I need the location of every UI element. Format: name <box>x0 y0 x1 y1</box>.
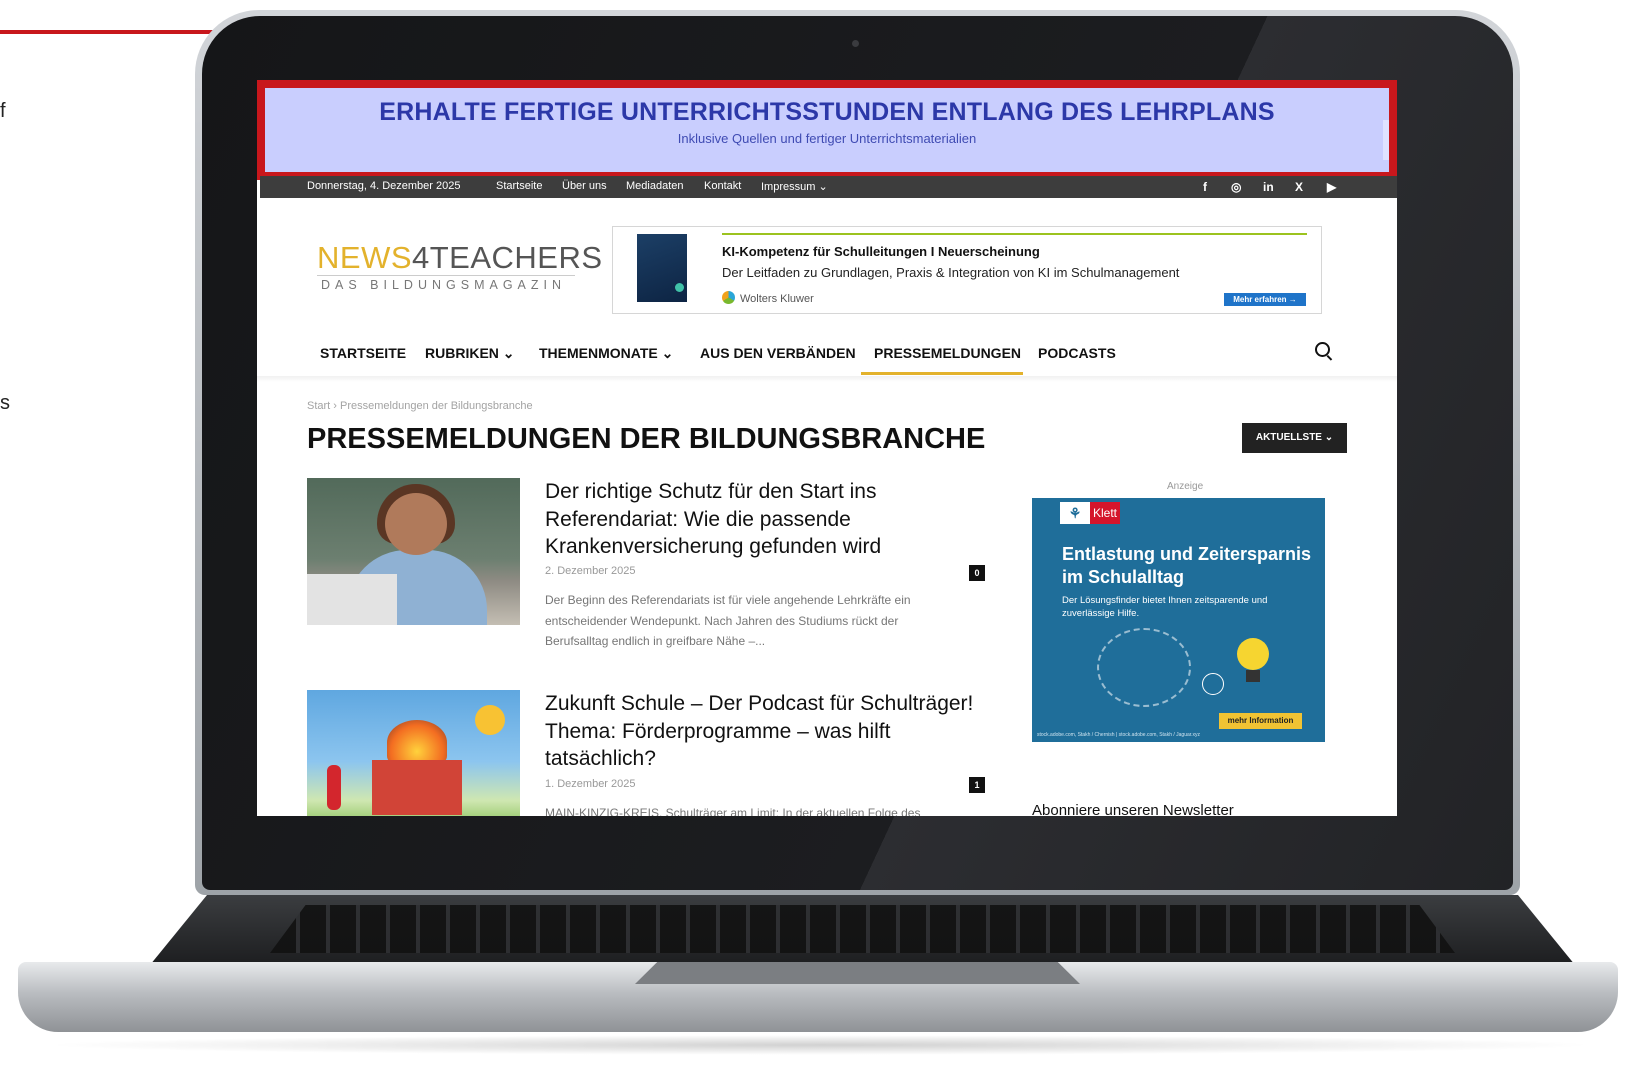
article-title[interactable]: Zukunft Schule – Der Podcast für Schultr… <box>545 690 990 773</box>
lightbulb-base <box>1246 670 1260 682</box>
newsletter-heading: Abonniere unseren Newsletter <box>1032 802 1234 816</box>
breadcrumb: Start › Pressemeldungen der Bildungsbran… <box>307 400 533 412</box>
instagram-icon[interactable]: ◎ <box>1231 180 1241 194</box>
sidebar-ad[interactable]: ⚘ Klett Entlastung und Zeitersparnis im … <box>1032 498 1325 742</box>
wolters-kluwer-logo-icon <box>722 291 735 304</box>
laptop-trackpad-notch <box>635 962 1080 984</box>
nav-item-startseite[interactable]: STARTSEITE <box>320 345 406 361</box>
topbar-link-kontakt[interactable]: Kontakt <box>704 180 741 192</box>
topbar-link-mediadaten[interactable]: Mediadaten <box>626 180 684 192</box>
thumb-laptop <box>307 574 397 625</box>
article-thumbnail[interactable] <box>307 690 520 816</box>
topbar-link-startseite[interactable]: Startseite <box>496 180 542 192</box>
topbar-link-ueber-uns[interactable]: Über uns <box>562 180 607 192</box>
x-icon[interactable]: X <box>1295 180 1303 194</box>
header-ad-brand: Wolters Kluwer <box>740 293 814 305</box>
article-excerpt: Der Beginn des Referendariats ist für vi… <box>545 593 911 648</box>
breadcrumb-separator: › <box>333 400 337 412</box>
nav-item-aus-den-verbaenden[interactable]: AUS DEN VERBÄNDEN <box>700 345 856 361</box>
lightbulb-icon <box>1237 638 1269 670</box>
nav-active-indicator <box>861 372 1023 375</box>
nav-item-rubriken[interactable]: RUBRIKEN ⌄ <box>425 345 515 362</box>
sidebar-ad-text: Der Lösungsfinder bietet Ihnen zeitspare… <box>1062 595 1268 619</box>
facebook-icon[interactable]: f <box>1203 180 1207 194</box>
header-ad-accent-line <box>722 233 1307 235</box>
nav-item-pressemeldungen[interactable]: PRESSEMELDUNGEN <box>874 345 1021 361</box>
highlight-frame <box>257 80 1397 180</box>
thumb-fire <box>387 720 447 765</box>
thumb-extinguisher <box>327 765 341 810</box>
nav-item-podcasts[interactable]: PODCASTS <box>1038 345 1116 361</box>
header-ad-button[interactable]: Mehr erfahren → <box>1224 293 1306 306</box>
breadcrumb-home[interactable]: Start <box>307 400 330 412</box>
logo-text-teachers: 4TEACHERS <box>412 240 603 275</box>
article-date: 2. Dezember 2025 <box>545 565 636 577</box>
article-thumbnail[interactable] <box>307 478 520 625</box>
sidebar-ad-title: Entlastung und Zeitersparnis im Schulall… <box>1062 544 1312 587</box>
camera-dot <box>852 40 859 47</box>
comment-count-badge[interactable]: 1 <box>969 777 985 793</box>
linkedin-icon[interactable]: in <box>1263 180 1274 194</box>
comment-count-badge[interactable]: 0 <box>969 565 985 581</box>
current-date: Donnerstag, 4. Dezember 2025 <box>307 180 461 192</box>
edge-text-fragment: s <box>0 392 10 414</box>
thumb-sun <box>475 705 505 735</box>
sidebar-ad-button[interactable]: mehr Information <box>1219 713 1302 729</box>
browser-screen: ERHALTE FERTIGE UNTERRICHTSSTUNDEN ENTLA… <box>257 80 1397 816</box>
main-nav: STARTSEITE RUBRIKEN ⌄ THEMENMONATE ⌄ AUS… <box>257 335 1397 380</box>
nav-item-themenmonate[interactable]: THEMENMONATE ⌄ <box>539 345 673 362</box>
thumb-figure <box>385 493 447 555</box>
article-date: 1. Dezember 2025 <box>545 778 636 790</box>
logo-text-news: NEWS <box>317 240 412 275</box>
article-excerpt: MAIN-KINZIG-KREIS. Schulträger am Limit:… <box>545 806 921 816</box>
book-cover-dot <box>675 283 684 292</box>
thumb-house <box>372 760 462 815</box>
search-icon[interactable] <box>1315 342 1330 357</box>
laptop-shadow <box>40 1035 1600 1055</box>
image-credit: stock.adobe.com, Stakh / Chernish | stoc… <box>1037 732 1201 738</box>
top-bar: Donnerstag, 4. Dezember 2025 Startseite … <box>260 176 1397 198</box>
globe-icon <box>1202 673 1224 695</box>
logo-divider <box>317 275 575 276</box>
topbar-link-impressum[interactable]: Impressum ⌄ <box>761 180 828 193</box>
page-title: PRESSEMELDUNGEN DER BILDUNGSBRANCHE <box>307 423 986 455</box>
edge-text-fragment: f <box>0 100 6 122</box>
logo-tagline: DAS BILDUNGSMAGAZIN <box>321 278 567 292</box>
ad-label: Anzeige <box>1167 481 1204 492</box>
tangle-illustration <box>1097 628 1191 707</box>
article-title[interactable]: Der richtige Schutz für den Start ins Re… <box>545 478 990 561</box>
laptop-keyboard <box>270 905 1455 953</box>
klett-brand: Klett <box>1090 502 1120 524</box>
header-ad-subtitle: Der Leitfaden zu Grundlagen, Praxis & In… <box>722 265 1180 280</box>
youtube-icon[interactable]: ▶ <box>1327 180 1336 194</box>
breadcrumb-current: Pressemeldungen der Bildungsbranche <box>340 400 533 412</box>
header-ad-title: KI-Kompetenz für Schulleitungen I Neuers… <box>722 244 1040 259</box>
nav-divider <box>257 376 1397 382</box>
klett-logo-icon: ⚘ <box>1060 502 1090 524</box>
sort-dropdown[interactable]: AKTUELLSTE ⌄ <box>1242 423 1347 453</box>
